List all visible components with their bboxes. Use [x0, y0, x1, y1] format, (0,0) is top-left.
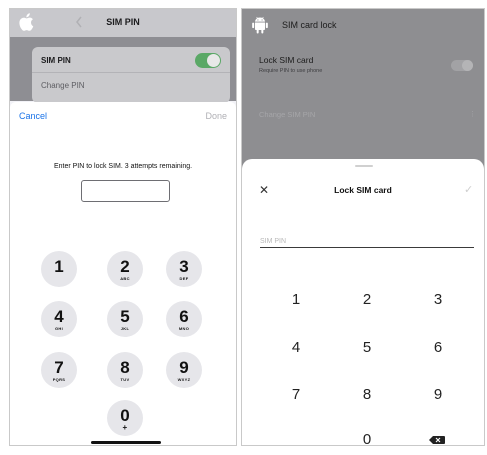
sheet-title: Lock SIM card: [334, 185, 392, 195]
key-letters: PQRS: [52, 377, 66, 382]
more-vert-icon: ⋮: [469, 111, 476, 118]
sim-pin-input[interactable]: [260, 233, 474, 250]
home-indicator: [91, 441, 161, 444]
sim-pin-row[interactable]: SIM PIN: [32, 47, 230, 73]
keypad-key-9[interactable]: 9 WXYZ: [166, 352, 202, 388]
keypad-key-5[interactable]: 5: [347, 336, 387, 360]
key-digit: 8: [120, 358, 130, 377]
key-letters: WXYZ: [177, 377, 191, 382]
page-title: SIM PIN: [106, 17, 140, 27]
backspace-icon[interactable]: [418, 428, 458, 446]
done-button[interactable]: Done: [205, 111, 227, 121]
check-icon[interactable]: ✓: [464, 183, 473, 196]
keypad-key-7[interactable]: 7 PQRS: [41, 352, 77, 388]
key-digit: 7: [54, 358, 64, 377]
ios-navigation-bar: SIM PIN: [10, 9, 236, 37]
lock-sim-card-sublabel: Require PIN to use phone: [259, 68, 323, 74]
key-letters: JKL: [120, 326, 130, 331]
keypad-key-6[interactable]: 6: [418, 336, 458, 360]
key-digit: 2: [120, 257, 130, 276]
key-digit: 4: [54, 307, 64, 326]
keypad-key-6[interactable]: 6 MNO: [166, 301, 202, 337]
drag-handle[interactable]: [355, 165, 373, 167]
cancel-button[interactable]: Cancel: [19, 111, 47, 121]
key-letters: +: [122, 423, 128, 432]
key-digit: 3: [179, 257, 189, 276]
android-screen: SIM card lock Lock SIM card Require PIN …: [241, 8, 485, 446]
keypad-key-3[interactable]: 3: [418, 288, 458, 312]
switch-knob: [462, 60, 473, 71]
keypad-key-1[interactable]: 1: [276, 288, 316, 312]
key-letters: MNO: [178, 326, 190, 331]
keypad-key-7[interactable]: 7: [276, 383, 316, 407]
lock-sim-card-label[interactable]: Lock SIM card: [259, 55, 313, 65]
sim-pin-input-field[interactable]: [260, 230, 474, 250]
key-letters: TUV: [120, 377, 130, 382]
enter-pin-sheet: Cancel Done Enter PIN to lock SIM. 3 att…: [10, 102, 236, 445]
keypad-key-5[interactable]: 5 JKL: [107, 301, 143, 337]
keypad-key-4[interactable]: 4: [276, 336, 316, 360]
keypad-key-4[interactable]: 4 GHI: [41, 301, 77, 337]
change-sim-pin-row[interactable]: Change SIM PIN: [259, 110, 315, 119]
sim-pin-toggle[interactable]: [195, 53, 221, 68]
keypad-key-2[interactable]: 2 ABC: [107, 251, 143, 287]
sim-pin-settings-list: SIM PIN Change PIN: [32, 47, 230, 103]
pin-prompt: Enter PIN to lock SIM. 3 attempts remain…: [53, 163, 193, 170]
key-digit: 1: [54, 257, 64, 276]
change-pin-row[interactable]: Change PIN: [41, 81, 85, 90]
key-letters: ABC: [120, 276, 130, 281]
keypad-key-2[interactable]: 2: [347, 288, 387, 312]
lock-sim-card-sheet: ✕ Lock SIM card ✓ 1 2 3 4 5 6 7 8 9 0: [242, 159, 484, 446]
key-digit: 6: [179, 307, 189, 326]
keypad-key-8[interactable]: 8 TUV: [107, 352, 143, 388]
toggle-knob: [207, 54, 220, 67]
keypad-key-8[interactable]: 8: [347, 383, 387, 407]
android-logo-icon: [252, 16, 268, 34]
ios-screen: SIM PIN SIM PIN Change PIN Cancel Done E…: [9, 8, 237, 446]
keypad-key-9[interactable]: 9: [418, 383, 458, 407]
key-digit: 5: [120, 307, 130, 326]
keypad-key-0[interactable]: 0 +: [107, 400, 143, 436]
key-letters: GHI: [54, 326, 63, 331]
page-title: SIM card lock: [282, 20, 337, 30]
key-digit: 9: [179, 358, 189, 377]
android-dimmed-background: SIM card lock Lock SIM card Require PIN …: [242, 9, 484, 169]
keypad-key-3[interactable]: 3 DEF: [166, 251, 202, 287]
pin-input-field[interactable]: [81, 180, 170, 202]
sim-pin-row-label: SIM PIN: [41, 56, 71, 65]
lock-sim-card-switch[interactable]: [451, 60, 473, 71]
keypad-key-0[interactable]: 0: [347, 428, 387, 445]
key-letters: DEF: [179, 276, 189, 281]
keypad-key-1[interactable]: 1: [41, 251, 77, 287]
